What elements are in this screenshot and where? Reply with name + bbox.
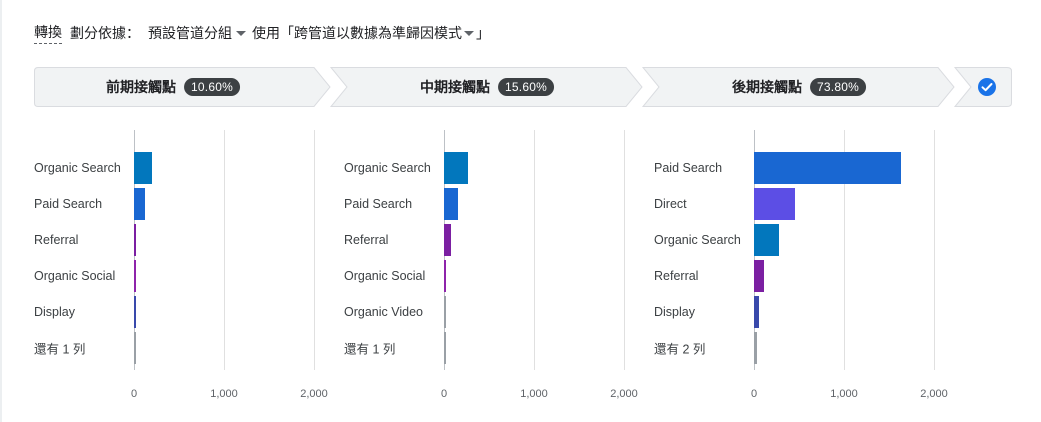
x-tick-label: 1,000 <box>210 388 238 400</box>
category-label[interactable]: 還有 1 列 <box>344 339 395 358</box>
category-label: Referral <box>344 233 389 247</box>
chevron-down-icon <box>236 30 246 36</box>
category-label: Organic Video <box>344 305 423 319</box>
touchpoint-stage-band: 前期接觸點 10.60% 中期接觸點 15.60% 後期接觸點 73.80% <box>34 67 1012 107</box>
stage-late[interactable]: 後期接觸點 73.80% <box>732 67 866 107</box>
category-label[interactable]: 還有 2 列 <box>654 339 705 358</box>
category-label: Paid Search <box>344 197 413 211</box>
channel-grouping-dropdown[interactable]: 預設管道分組 <box>148 23 252 43</box>
x-tick-label: 1,000 <box>520 388 548 400</box>
category-label: Paid Search <box>654 161 723 175</box>
category-label: Organic Social <box>34 269 116 283</box>
use-label: 使用 <box>252 25 280 41</box>
channel-grouping-value: 預設管道分組 <box>148 25 232 41</box>
x-tick-label: 0 <box>440 388 448 400</box>
x-tick-label: 0 <box>130 388 138 400</box>
stage-late-label: 後期接觸點 <box>732 79 803 95</box>
bar[interactable] <box>444 152 469 184</box>
x-tick-label: 2,000 <box>610 388 638 400</box>
category-label: Organic Search <box>654 233 741 247</box>
stage-late-percent-badge: 73.80% <box>810 78 866 96</box>
category-label: Paid Search <box>34 197 103 211</box>
attribution-model-value: 「跨管道以數據為準歸因模式 <box>280 25 462 41</box>
chevron-down-icon <box>464 30 474 36</box>
bar[interactable] <box>134 224 136 256</box>
bar[interactable] <box>134 260 136 292</box>
stage-mid-label: 中期接觸點 <box>420 79 491 95</box>
bar[interactable] <box>134 152 152 184</box>
category-label: Organic Search <box>344 161 431 175</box>
category-label: Organic Search <box>34 161 121 175</box>
split-by-label: 劃分依據： <box>70 25 140 41</box>
stage-mid-percent-badge: 15.60% <box>498 78 554 96</box>
conversion-selector[interactable]: 轉換 <box>34 22 62 44</box>
bar[interactable] <box>754 296 760 328</box>
bar[interactable] <box>444 332 446 364</box>
bar[interactable] <box>444 260 446 292</box>
attribution-model-close: 」 <box>476 25 490 41</box>
bar[interactable] <box>754 152 901 184</box>
chart-late: 0 1,000 2,000 Paid Search Direct Organic Sear… <box>654 130 954 410</box>
bar[interactable] <box>444 296 446 328</box>
category-label: Display <box>34 305 75 319</box>
category-label: Organic Social <box>344 269 426 283</box>
stage-early-percent-badge: 10.60% <box>184 78 240 96</box>
x-tick-label: 2,000 <box>920 388 948 400</box>
chart-mid: 0 1,000 2,000 Organic Search Paid Search Refe… <box>344 130 644 410</box>
bar[interactable] <box>754 260 765 292</box>
bar[interactable] <box>444 224 451 256</box>
category-label: Direct <box>654 197 687 211</box>
chart-early: 0 1,000 2,000 Organic Search Paid Search Refe… <box>34 130 334 410</box>
stage-early-label: 前期接觸點 <box>106 79 177 95</box>
category-label: Referral <box>34 233 79 247</box>
gridline <box>314 130 315 370</box>
category-label: Referral <box>654 269 699 283</box>
breakdown-header: 轉換 劃分依據： 預設管道分組 使用 「跨管道以數據為準歸因模式 」 <box>34 22 490 44</box>
category-label[interactable]: 還有 1 列 <box>34 339 85 358</box>
gridline <box>224 130 225 370</box>
bar[interactable] <box>754 224 780 256</box>
stage-mid[interactable]: 中期接觸點 15.60% <box>420 67 554 107</box>
gridline <box>624 130 625 370</box>
x-tick-label: 0 <box>750 388 758 400</box>
gridline <box>534 130 535 370</box>
attribution-model-dropdown[interactable]: 「跨管道以數據為準歸因模式 」 <box>280 23 490 43</box>
x-tick-label: 1,000 <box>830 388 858 400</box>
category-label: Display <box>654 305 695 319</box>
stage-early[interactable]: 前期接觸點 10.60% <box>106 67 240 107</box>
bar[interactable] <box>444 188 458 220</box>
gridline <box>934 130 935 370</box>
bar[interactable] <box>754 188 795 220</box>
left-border <box>0 0 2 422</box>
bar[interactable] <box>134 332 136 364</box>
bar[interactable] <box>134 188 145 220</box>
bar[interactable] <box>754 332 758 364</box>
bar[interactable] <box>134 296 136 328</box>
conversion-check-icon[interactable] <box>978 78 996 96</box>
x-tick-label: 2,000 <box>300 388 328 400</box>
